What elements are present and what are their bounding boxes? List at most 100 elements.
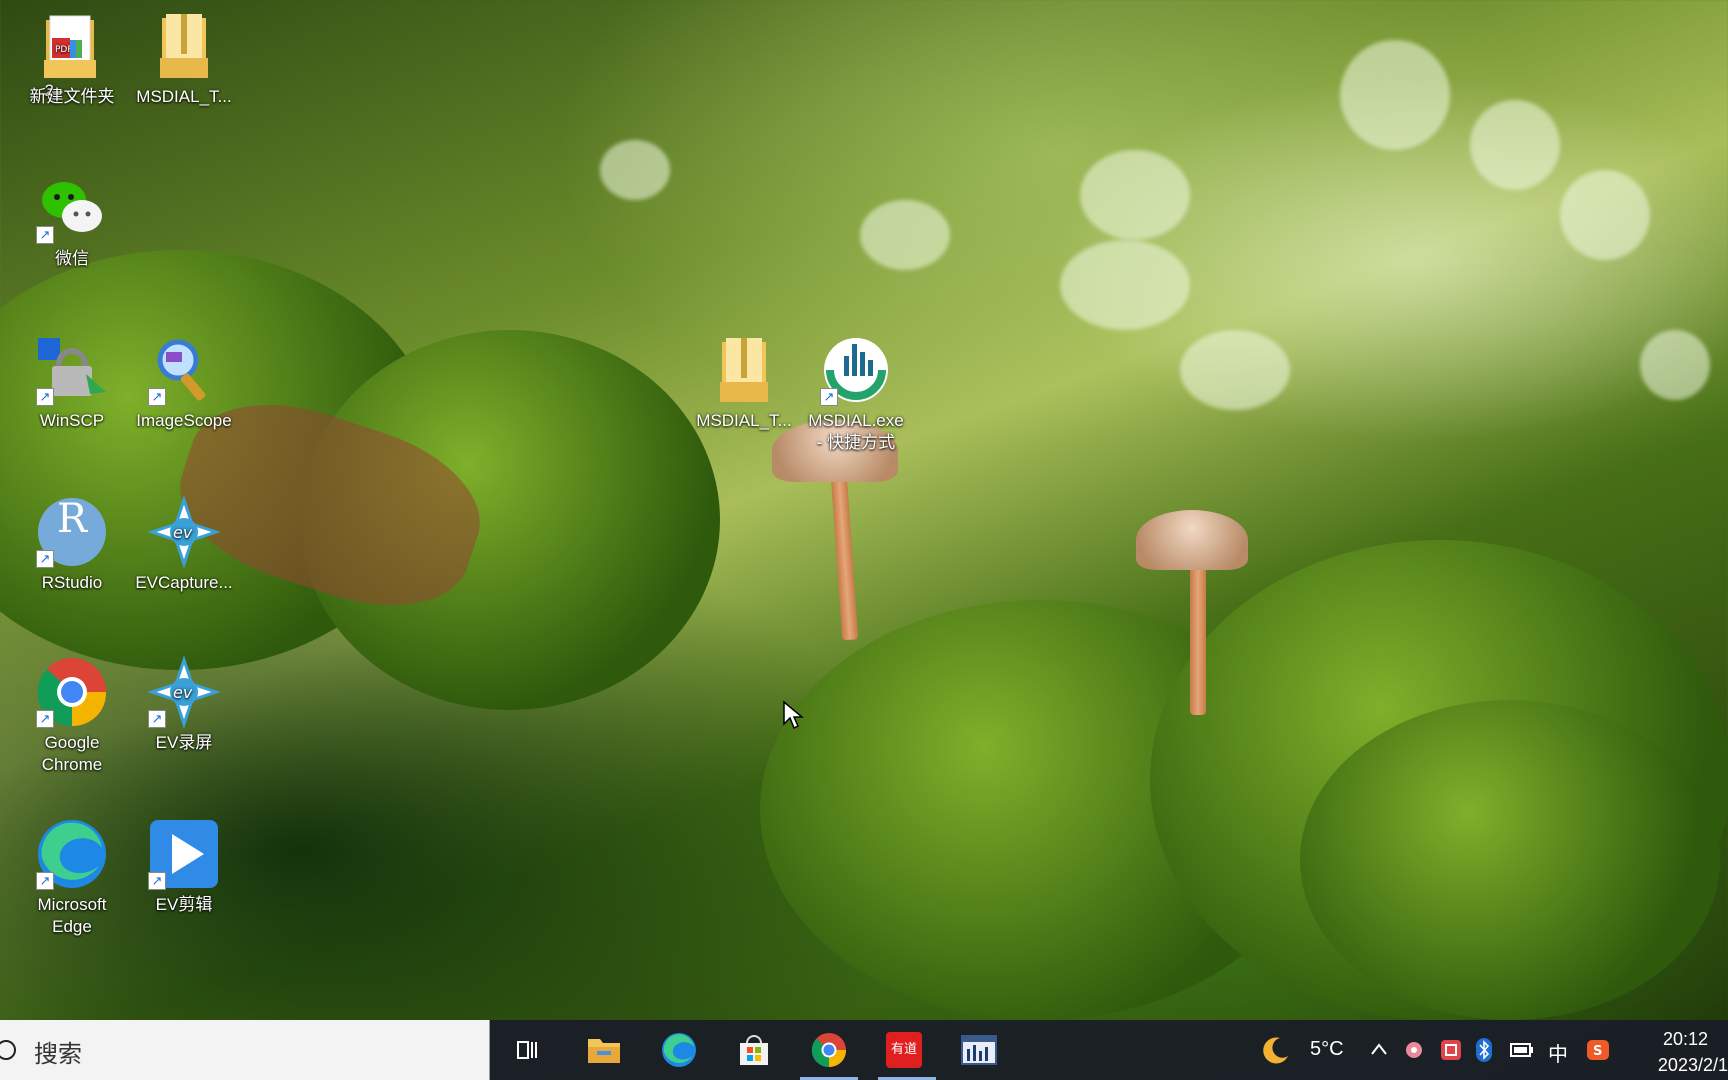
file-explorer-button[interactable] xyxy=(584,1030,624,1070)
bokeh-light xyxy=(600,140,670,200)
edge-icon: ↗ xyxy=(36,818,108,890)
icon-label: ImageScope xyxy=(136,411,232,430)
desktop-background: 2 e PDF 新建文件夹 MSDIAL xyxy=(0,0,1728,1020)
edge-icon xyxy=(662,1033,696,1067)
wechat-icon: ↗ xyxy=(36,172,108,244)
chevron-up-icon[interactable] xyxy=(1370,1042,1388,1056)
mushroom-cap xyxy=(1136,510,1248,570)
svg-text:ev: ev xyxy=(173,523,193,542)
bluetooth-icon[interactable] xyxy=(1476,1038,1492,1062)
folder-icon xyxy=(588,1039,620,1063)
store-bag-icon xyxy=(740,1035,768,1065)
mushroom-stem xyxy=(829,459,859,641)
task-view-button[interactable] xyxy=(508,1030,548,1070)
desktop-icon-ev-record[interactable]: ev ↗ EV录屏 xyxy=(132,655,236,754)
bokeh-light xyxy=(1340,40,1450,150)
shortcut-arrow-icon: ↗ xyxy=(36,388,54,406)
clock-time: 20:12 xyxy=(1662,1029,1708,1049)
desktop-icon-winscp[interactable]: ↗ WinSCP xyxy=(20,334,124,432)
icon-label: EV剪辑 xyxy=(155,895,213,914)
taskbar-search-box[interactable]: 搜索 xyxy=(0,1020,490,1080)
svg-text:PDF: PDF xyxy=(55,45,73,55)
desktop-icon-ev-edit[interactable]: ↗ EV剪辑 xyxy=(132,818,236,916)
desktop-icon-evcapture[interactable]: ev EVCapture... xyxy=(132,495,236,594)
sogou-ime-icon[interactable]: S xyxy=(1586,1039,1610,1061)
system-tray: 5°C 中 S 20:12 2023/2/1 xyxy=(1260,1020,1728,1080)
bokeh-light xyxy=(1470,100,1560,190)
icon-label: WinSCP xyxy=(39,411,105,430)
youdao-taskbar-button[interactable]: 有道 xyxy=(884,1030,924,1070)
icon-label: EVCapture... xyxy=(135,573,233,592)
winscp-icon: ↗ xyxy=(36,334,108,406)
youdao-icon: 有道 xyxy=(886,1032,922,1068)
desktop-icon-new-folder[interactable]: PDF 新建文件夹 xyxy=(20,10,124,108)
bokeh-light xyxy=(1080,150,1190,240)
icon-label: MSDIAL_T... xyxy=(696,411,792,430)
magnifier-icon: ↗ xyxy=(148,334,220,406)
search-placeholder: 搜索 xyxy=(34,1040,82,1068)
desktop-icon-msdial-folder[interactable]: MSDIAL_T... xyxy=(132,10,236,108)
icon-label: - 快捷方式 xyxy=(816,433,896,452)
mouse-cursor-icon xyxy=(783,700,804,730)
icon-label: Microsoft xyxy=(37,895,107,914)
icon-label: Chrome xyxy=(41,755,103,774)
search-icon xyxy=(0,1040,16,1060)
flower-tray-icon[interactable] xyxy=(1404,1040,1424,1060)
icon-label: MSDIAL_T... xyxy=(136,87,232,106)
rstudio-letter: R xyxy=(56,496,88,542)
mushroom-stem xyxy=(1190,550,1206,715)
desktop-icon-imagescope[interactable]: ↗ ImageScope xyxy=(132,334,236,432)
taskbar: 搜索 有道 5°C 中 S 20:12 2023/2/1 xyxy=(0,1020,1728,1080)
shortcut-arrow-icon: ↗ xyxy=(148,710,166,728)
bokeh-light xyxy=(1560,170,1650,260)
moss-patch xyxy=(1300,700,1720,1020)
app-tray-icon[interactable] xyxy=(1440,1039,1462,1061)
shortcut-arrow-icon: ↗ xyxy=(36,710,54,728)
battery-icon[interactable] xyxy=(1510,1042,1534,1058)
rstudio-icon: R ↗ xyxy=(36,496,108,568)
chrome-icon: ↗ xyxy=(36,656,108,728)
chrome-icon xyxy=(811,1033,847,1068)
bokeh-light xyxy=(860,200,950,270)
icon-label: RStudio xyxy=(41,573,103,592)
icon-label: MSDIAL.exe xyxy=(808,411,904,430)
bokeh-light xyxy=(1640,330,1710,400)
shortcut-arrow-icon: ↗ xyxy=(148,872,166,890)
shortcut-arrow-icon: ↗ xyxy=(36,550,54,568)
desktop-icon-wechat[interactable]: ↗ 微信 xyxy=(20,172,124,270)
ev-icon: ev ↗ xyxy=(147,655,221,729)
moon-icon[interactable] xyxy=(1260,1034,1292,1066)
icon-label: 微信 xyxy=(55,249,89,268)
play-icon: ↗ xyxy=(148,818,220,890)
task-view-icon xyxy=(517,1041,537,1059)
shortcut-arrow-icon: ↗ xyxy=(148,388,166,406)
desktop-icon-chrome[interactable]: ↗ Google Chrome xyxy=(20,656,124,776)
ev-icon: ev xyxy=(147,495,221,569)
weather-temperature[interactable]: 5°C xyxy=(1310,1038,1344,1061)
edge-taskbar-button[interactable] xyxy=(659,1030,699,1070)
clock-date: 2023/2/1 xyxy=(1657,1055,1728,1075)
svg-text:ev: ev xyxy=(173,683,193,702)
desktop-icon-rstudio[interactable]: R ↗ RStudio xyxy=(20,496,124,594)
taskbar-clock[interactable]: 20:12 2023/2/1 xyxy=(1658,1026,1728,1078)
bokeh-light xyxy=(1180,330,1290,410)
desktop-icon-msdial-folder-2[interactable]: MSDIAL_T... xyxy=(692,334,796,432)
msdial-window-icon xyxy=(961,1035,997,1065)
shortcut-arrow-icon: ↗ xyxy=(36,872,54,890)
svg-text:S: S xyxy=(1593,1044,1602,1059)
desktop-icon-edge[interactable]: ↗ Microsoft Edge xyxy=(20,818,124,938)
zip-folder-icon xyxy=(148,10,220,82)
msdial-icon: ↗ xyxy=(820,334,892,406)
shortcut-arrow-icon: ↗ xyxy=(36,226,54,244)
bokeh-light xyxy=(1060,240,1190,330)
shortcut-arrow-icon: ↗ xyxy=(820,388,838,406)
icon-label: 新建文件夹 xyxy=(29,87,115,106)
store-button[interactable] xyxy=(734,1030,774,1070)
icon-label: Edge xyxy=(52,917,92,936)
ime-indicator[interactable]: 中 xyxy=(1548,1038,1568,1067)
zip-folder-icon xyxy=(708,334,780,406)
desktop-icon-msdial-exe[interactable]: ↗ MSDIAL.exe - 快捷方式 xyxy=(804,334,908,454)
msdial-taskbar-button[interactable] xyxy=(959,1030,999,1070)
folder-icon: PDF xyxy=(36,10,108,82)
chrome-taskbar-button[interactable] xyxy=(809,1030,849,1070)
